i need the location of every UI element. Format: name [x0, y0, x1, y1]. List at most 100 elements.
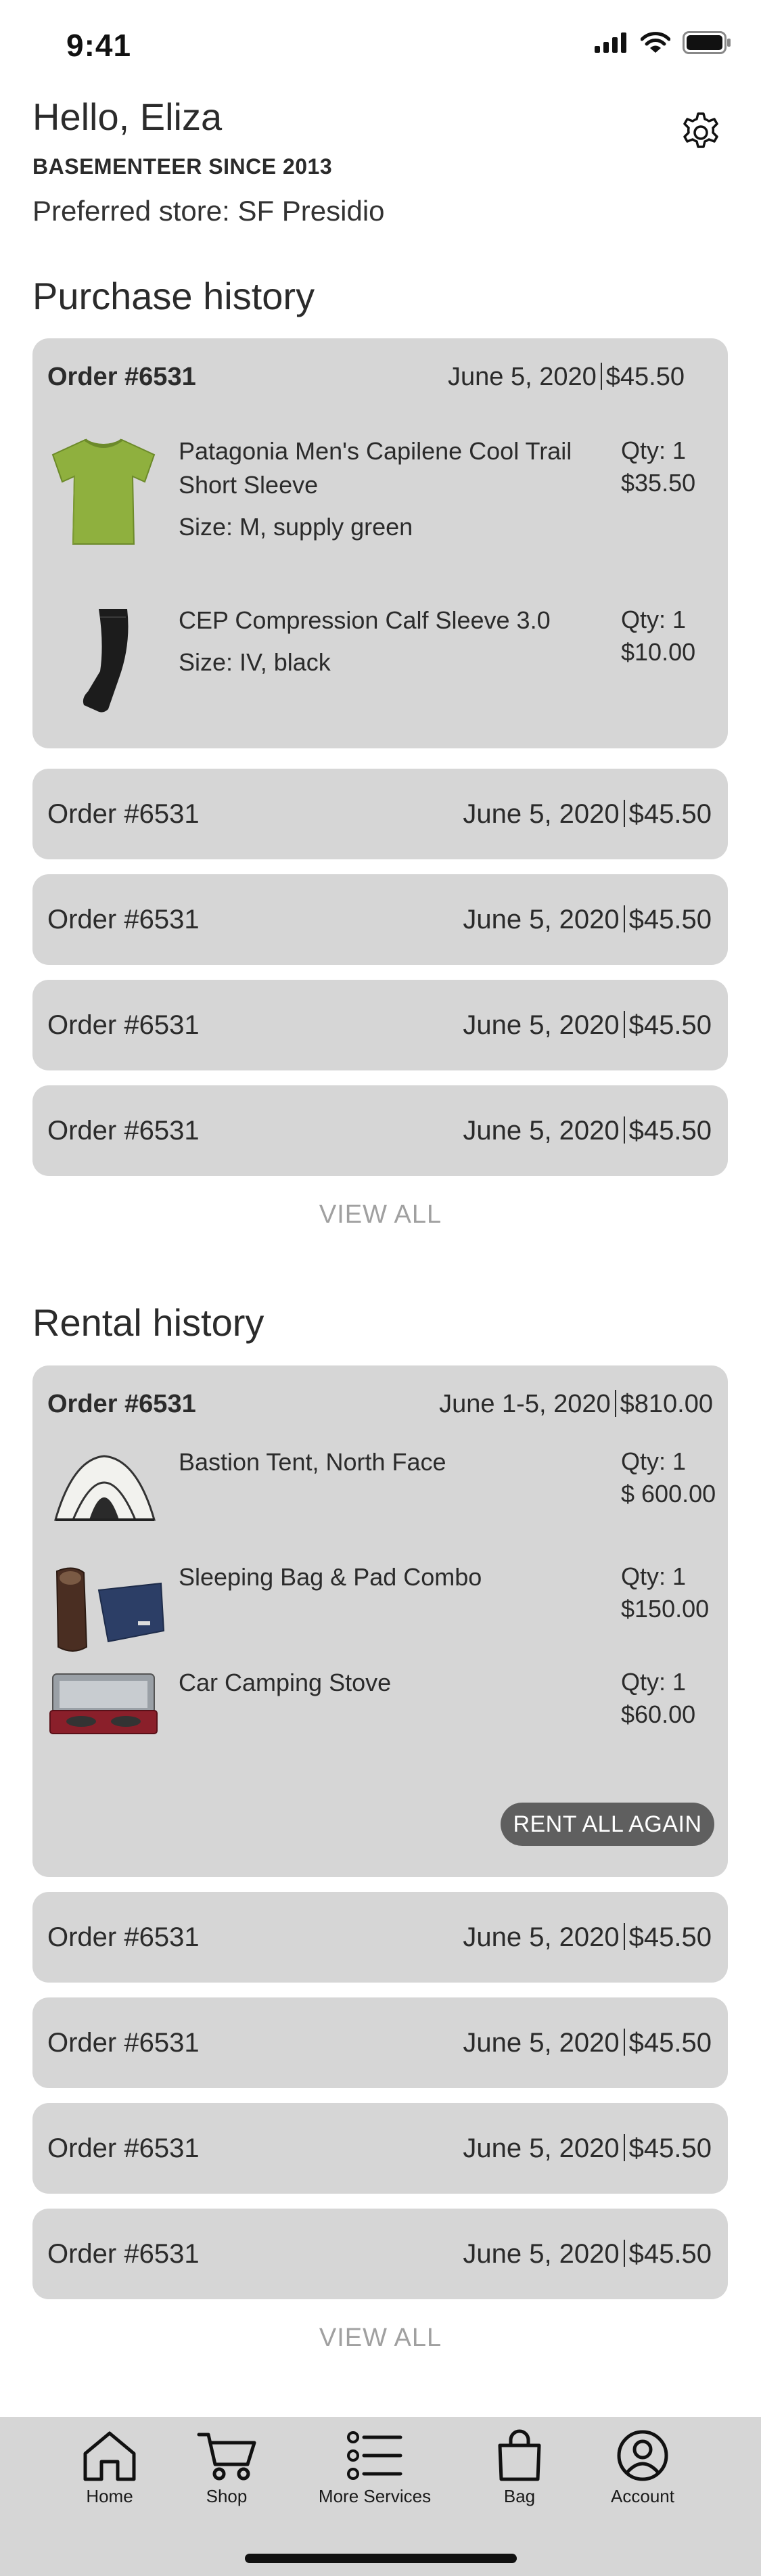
order-number: Order #6531	[47, 1922, 200, 1952]
order-number: Order #6531	[47, 2133, 200, 2163]
tab-shop[interactable]: Shop	[152, 2429, 301, 2507]
order-total: $45.50	[628, 1115, 712, 1146]
sleeping-bag-image	[55, 1567, 165, 1652]
divider	[623, 799, 625, 827]
item-price: $60.00	[621, 1700, 696, 1728]
purchase-order-row[interactable]: Order #6531 June 5, 2020 $45.50	[32, 874, 728, 965]
tab-label: Home	[86, 2486, 133, 2506]
order-date: June 1-5, 2020	[439, 1390, 611, 1418]
order-date-total: June 5, 2020 $45.50	[448, 362, 685, 392]
settings-button[interactable]	[676, 108, 725, 157]
item-name: Sleeping Bag & Pad Combo	[179, 1563, 482, 1591]
order-date-total: June 1-5, 2020 $810.00	[439, 1389, 713, 1419]
cellular-signal-icon	[595, 32, 626, 53]
green-tshirt-image	[51, 438, 156, 545]
order-number: Order #6531	[47, 1115, 200, 1146]
order-date-total: June 5, 2020 $45.50	[463, 2133, 712, 2164]
wifi-icon	[641, 32, 670, 53]
order-total: $45.50	[628, 904, 712, 934]
order-date: June 5, 2020	[463, 904, 620, 934]
rental-order-row[interactable]: Order #6531 June 5, 2020 $45.50	[32, 2209, 728, 2299]
tab-account[interactable]: Account	[568, 2429, 717, 2507]
cart-icon	[197, 2433, 256, 2481]
order-total: $45.50	[628, 2238, 712, 2269]
order-date: June 5, 2020	[448, 363, 597, 391]
rent-all-again-button[interactable]: RENT ALL AGAIN	[501, 1803, 714, 1846]
status-time: 9:41	[66, 28, 132, 63]
purchase-order-row[interactable]: Order #6531 June 5, 2020 $45.50	[32, 980, 728, 1070]
bag-icon	[498, 2429, 541, 2481]
rental-history-title: Rental history	[32, 1301, 264, 1344]
divider	[600, 362, 602, 390]
order-date-total: June 5, 2020 $45.50	[463, 2239, 712, 2269]
divider	[623, 2239, 625, 2267]
item-name: Car Camping Stove	[179, 1669, 392, 1696]
divider	[614, 1389, 616, 1417]
item-price: $150.00	[621, 1595, 710, 1623]
order-number: Order #6531	[47, 1010, 200, 1040]
order-date: June 5, 2020	[463, 798, 620, 829]
rental-order-row[interactable]: Order #6531 June 5, 2020 $45.50	[32, 2103, 728, 2194]
status-icons	[595, 31, 731, 54]
member-since-label: BASEMENTEER SINCE 2013	[32, 154, 333, 179]
order-total: $45.50	[628, 2133, 712, 2163]
order-date-total: June 5, 2020 $45.50	[463, 1116, 712, 1146]
divider	[623, 1116, 625, 1144]
purchase-order-row[interactable]: Order #6531 June 5, 2020 $45.50	[32, 769, 728, 859]
order-number: Order #6531	[47, 2238, 200, 2269]
item-name: Patagonia Men's Capilene Cool Trail Shor…	[179, 437, 572, 499]
item-qty: Qty: 1	[621, 1562, 687, 1590]
rental-order-row[interactable]: Order #6531 June 5, 2020 $45.50	[32, 1892, 728, 1983]
order-date: June 5, 2020	[463, 1115, 620, 1146]
camping-stove-image	[49, 1673, 158, 1734]
order-number: Order #6531	[47, 2027, 200, 2058]
item-qty: Qty: 1	[621, 436, 687, 464]
order-total: $45.50	[628, 2027, 712, 2058]
tab-label: More Services	[318, 2486, 432, 2506]
tab-label: Shop	[206, 2486, 248, 2506]
order-header: Order #6531 June 1-5, 2020 $810.00	[47, 1389, 713, 1419]
item-price: $ 600.00	[621, 1480, 716, 1508]
rental-view-all-link[interactable]: VIEW ALL	[0, 2324, 761, 2353]
divider	[623, 2133, 625, 2161]
tab-more-services[interactable]: More Services	[300, 2429, 449, 2507]
item-name: CEP Compression Calf Sleeve 3.0	[179, 606, 551, 634]
tent-image	[54, 1455, 156, 1521]
divider	[623, 1010, 625, 1038]
order-date-total: June 5, 2020 $45.50	[463, 1010, 712, 1041]
divider	[623, 905, 625, 932]
bottom-tab-bar: Home Shop More Services Bag Account	[0, 2417, 761, 2576]
tab-label: Bag	[503, 2486, 536, 2506]
order-number: Order #6531	[47, 798, 200, 829]
item-price: $35.50	[621, 469, 696, 497]
order-date-total: June 5, 2020 $45.50	[463, 1922, 712, 1953]
order-total: $45.50	[628, 1922, 712, 1952]
order-date-total: June 5, 2020 $45.50	[463, 905, 712, 935]
black-calf-sleeve-image	[83, 609, 129, 713]
battery-icon	[683, 31, 731, 54]
item-size: Size: IV, black	[179, 648, 331, 676]
order-total: $45.50	[628, 1010, 712, 1040]
rental-order-row[interactable]: Order #6531 June 5, 2020 $45.50	[32, 1997, 728, 2088]
status-bar: 9:41	[0, 0, 761, 88]
divider	[623, 2028, 625, 2056]
rental-order-expanded[interactable]: Order #6531 June 1-5, 2020 $810.00 Bastio…	[32, 1365, 728, 1877]
tab-label: Account	[611, 2486, 674, 2506]
purchase-history-title: Purchase history	[32, 275, 315, 317]
home-indicator	[245, 2554, 517, 2563]
order-number: Order #6531	[47, 1390, 196, 1418]
item-size: Size: M, supply green	[179, 513, 413, 541]
preferred-store-label[interactable]: Preferred store: SF Presidio	[32, 195, 385, 227]
item-price: $10.00	[621, 638, 696, 666]
purchase-order-expanded[interactable]: Order #6531 June 5, 2020 $45.50 Patagonia…	[32, 338, 728, 748]
home-icon	[83, 2431, 136, 2481]
greeting-title: Hello, Eliza	[32, 95, 223, 138]
order-number: Order #6531	[47, 904, 200, 934]
order-total: $45.50	[605, 363, 685, 391]
order-number: Order #6531	[47, 363, 196, 391]
purchase-order-row[interactable]: Order #6531 June 5, 2020 $45.50	[32, 1085, 728, 1176]
item-name: Bastion Tent, North Face	[179, 1448, 446, 1476]
purchase-view-all-link[interactable]: VIEW ALL	[0, 1200, 761, 1229]
order-date-total: June 5, 2020 $45.50	[463, 799, 712, 830]
order-date: June 5, 2020	[463, 1010, 620, 1040]
